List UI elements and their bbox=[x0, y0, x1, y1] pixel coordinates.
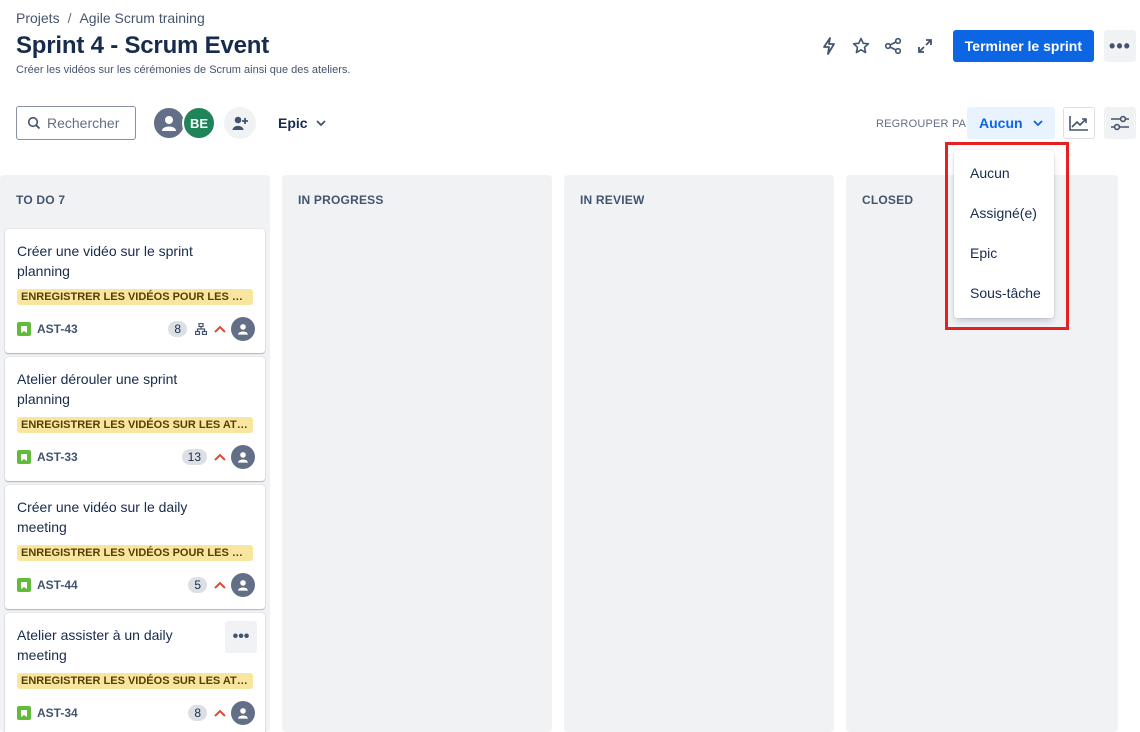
group-by-select[interactable]: Aucun bbox=[967, 107, 1055, 139]
epic-filter-button[interactable]: Epic bbox=[278, 115, 326, 131]
card-summary: Atelier dérouler une sprint planning bbox=[17, 371, 178, 407]
story-points: 13 bbox=[181, 449, 207, 465]
column-in-review: IN REVIEW bbox=[564, 175, 834, 732]
column-title: TO DO 7 bbox=[16, 193, 66, 207]
breadcrumb-project[interactable]: Agile Scrum training bbox=[79, 10, 204, 26]
story-icon bbox=[17, 450, 31, 464]
story-icon bbox=[17, 706, 31, 720]
issue-key[interactable]: AST-43 bbox=[37, 322, 78, 336]
avatar[interactable] bbox=[231, 445, 255, 469]
breadcrumb: Projets / Agile Scrum training bbox=[16, 10, 205, 26]
priority-high-icon bbox=[214, 453, 226, 461]
group-by-value: Aucun bbox=[979, 115, 1023, 131]
breadcrumb-projects[interactable]: Projets bbox=[16, 10, 60, 26]
epic-lozenge[interactable]: ENREGISTRER LES VIDÉOS SUR LES ATELIERS bbox=[17, 417, 253, 433]
issue-key[interactable]: AST-33 bbox=[37, 450, 78, 464]
issue-card[interactable]: Créer une vidéo sur le sprint planning E… bbox=[5, 229, 265, 353]
epic-filter-label: Epic bbox=[278, 115, 308, 131]
epic-lozenge[interactable]: ENREGISTRER LES VIDÉOS POUR LES CÉRÉMONI… bbox=[17, 545, 253, 561]
avatar[interactable] bbox=[231, 701, 255, 725]
insights-button[interactable] bbox=[1063, 107, 1095, 139]
epic-lozenge[interactable]: ENREGISTRER LES VIDÉOS POUR LES CÉRÉMONI… bbox=[17, 289, 253, 305]
search-placeholder: Rechercher bbox=[47, 115, 120, 131]
column-title: CLOSED bbox=[862, 193, 914, 207]
card-footer: AST-33 13 bbox=[17, 445, 255, 469]
issue-card[interactable]: Atelier assister à un daily meeting ••• … bbox=[5, 613, 265, 732]
sprint-goal: Créer les vidéos sur les cérémonies de S… bbox=[16, 64, 351, 76]
issue-key[interactable]: AST-34 bbox=[37, 706, 78, 720]
view-settings-button[interactable] bbox=[1104, 107, 1136, 139]
priority-high-icon bbox=[214, 581, 226, 589]
card-footer: AST-34 8 bbox=[17, 701, 255, 725]
story-points: 5 bbox=[188, 577, 207, 593]
person-icon bbox=[238, 324, 248, 335]
story-icon bbox=[17, 322, 31, 336]
story-points: 8 bbox=[188, 705, 207, 721]
avatar[interactable] bbox=[231, 317, 255, 341]
issue-key[interactable]: AST-44 bbox=[37, 578, 78, 592]
subtask-icon bbox=[195, 323, 207, 335]
breadcrumb-separator: / bbox=[67, 10, 72, 26]
automation-button[interactable] bbox=[813, 30, 845, 62]
star-icon bbox=[852, 37, 869, 54]
chevron-down-icon bbox=[1032, 120, 1043, 126]
highlight-annotation bbox=[945, 142, 1069, 330]
avatar[interactable] bbox=[152, 106, 186, 140]
column-title: IN PROGRESS bbox=[298, 193, 384, 207]
card-footer: AST-44 5 bbox=[17, 573, 255, 597]
person-icon bbox=[238, 452, 248, 463]
story-points: 8 bbox=[168, 321, 187, 337]
chevron-down-icon bbox=[315, 120, 326, 126]
avatar-be[interactable]: BE bbox=[182, 106, 216, 140]
share-button[interactable] bbox=[877, 30, 909, 62]
more-actions-button[interactable]: ••• bbox=[1104, 30, 1136, 62]
card-summary: Atelier assister à un daily meeting bbox=[17, 627, 173, 663]
header-actions: Terminer le sprint ••• bbox=[813, 30, 1140, 62]
person-icon bbox=[238, 580, 248, 591]
settings-sliders-icon bbox=[1111, 115, 1129, 131]
complete-sprint-button[interactable]: Terminer le sprint bbox=[952, 30, 1094, 62]
column-title: IN REVIEW bbox=[580, 193, 645, 207]
fullscreen-button[interactable] bbox=[909, 30, 941, 62]
issue-card[interactable]: Créer une vidéo sur le daily meeting ENR… bbox=[5, 485, 265, 609]
share-icon bbox=[884, 37, 901, 55]
card-summary: Créer une vidéo sur le sprint planning bbox=[17, 243, 193, 279]
card-footer: AST-43 8 bbox=[17, 317, 255, 341]
priority-high-icon bbox=[214, 325, 226, 333]
column-todo: TO DO 7 Créer une vidéo sur le sprint pl… bbox=[0, 175, 270, 732]
card-more-button[interactable]: ••• bbox=[225, 621, 257, 653]
assignee-filter: BE bbox=[152, 106, 216, 140]
group-by-label: REGROUPER PAR bbox=[876, 118, 975, 130]
column-in-progress: IN PROGRESS bbox=[282, 175, 552, 732]
search-input[interactable]: Rechercher bbox=[16, 106, 136, 140]
priority-high-icon bbox=[214, 709, 226, 717]
person-icon bbox=[162, 116, 176, 131]
star-button[interactable] bbox=[845, 30, 877, 62]
chart-icon bbox=[1069, 116, 1088, 131]
story-icon bbox=[17, 578, 31, 592]
page-title: Sprint 4 - Scrum Event bbox=[16, 32, 269, 59]
add-people-button[interactable] bbox=[224, 107, 256, 139]
lightning-icon bbox=[822, 37, 835, 55]
issue-card[interactable]: Atelier dérouler une sprint planning ENR… bbox=[5, 357, 265, 481]
board-toolbar: Rechercher BE Epic bbox=[16, 106, 326, 140]
search-icon bbox=[27, 116, 41, 130]
card-summary: Créer une vidéo sur le daily meeting bbox=[17, 499, 188, 535]
person-icon bbox=[238, 708, 248, 719]
avatar[interactable] bbox=[231, 573, 255, 597]
add-person-icon bbox=[232, 116, 248, 130]
expand-icon bbox=[917, 39, 932, 53]
epic-lozenge[interactable]: ENREGISTRER LES VIDÉOS SUR LES ATELIERS bbox=[17, 673, 253, 689]
